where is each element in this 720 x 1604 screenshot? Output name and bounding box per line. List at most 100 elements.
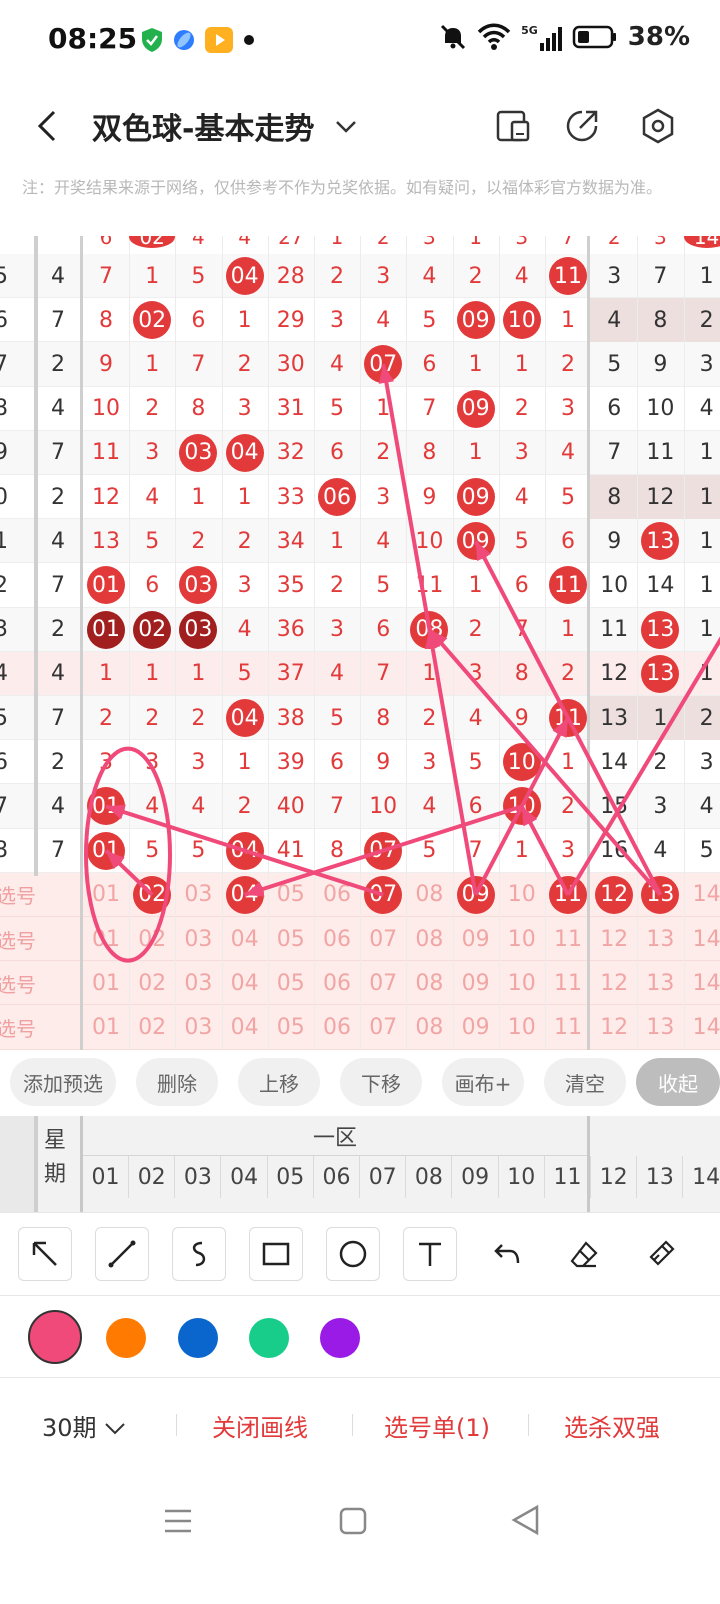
hit-ball[interactable]: 06 bbox=[318, 478, 356, 516]
pick-number[interactable]: 09 bbox=[453, 917, 499, 961]
move-up-button[interactable]: 上移 bbox=[238, 1058, 320, 1106]
hit-ball[interactable]: 11 bbox=[549, 257, 587, 295]
hit-ball[interactable]: 09 bbox=[456, 522, 495, 561]
home-icon[interactable] bbox=[338, 1506, 368, 1536]
pick-number[interactable]: 12 bbox=[591, 1005, 637, 1049]
settings-icon[interactable] bbox=[638, 106, 678, 146]
hit-ball[interactable]: 03 bbox=[179, 610, 218, 649]
pick-number[interactable]: 08 bbox=[406, 917, 452, 961]
hit-ball[interactable]: 11 bbox=[549, 699, 587, 737]
pick-number[interactable]: 13 bbox=[637, 961, 683, 1005]
selected-ball[interactable]: 13 bbox=[641, 875, 680, 914]
color-swatch-blue[interactable] bbox=[178, 1318, 218, 1358]
pick-number[interactable]: 04 bbox=[222, 961, 268, 1005]
color-swatch-green[interactable] bbox=[249, 1318, 289, 1358]
pick-number[interactable]: 07 bbox=[360, 961, 406, 1005]
pick-number[interactable]: 02 bbox=[129, 917, 175, 961]
eraser-tool[interactable] bbox=[557, 1227, 611, 1281]
pick-number[interactable]: 10 bbox=[499, 961, 545, 1005]
hit-ball[interactable]: 04 bbox=[225, 831, 264, 870]
pick-number[interactable]: 08 bbox=[406, 873, 452, 917]
hit-ball[interactable]: 09 bbox=[456, 478, 495, 516]
hit-ball[interactable]: 02 bbox=[133, 610, 172, 649]
pick-number[interactable]: 01 bbox=[83, 873, 129, 917]
clear-canvas-tool[interactable] bbox=[634, 1227, 688, 1281]
pick-number[interactable]: 10 bbox=[499, 917, 545, 961]
selected-ball[interactable]: 02 bbox=[133, 875, 172, 914]
pick-number[interactable]: 03 bbox=[175, 917, 221, 961]
pick-number[interactable]: 08 bbox=[406, 1005, 452, 1049]
hit-ball[interactable]: 10 bbox=[502, 301, 541, 340]
selected-ball[interactable]: 12 bbox=[595, 875, 634, 914]
canvas-add-button[interactable]: 画布+ bbox=[442, 1058, 524, 1106]
hit-ball[interactable]: 01 bbox=[87, 610, 125, 649]
page-title[interactable]: 双色球-基本走势 bbox=[92, 104, 314, 148]
hit-ball[interactable]: 03 bbox=[179, 433, 218, 472]
pick-number[interactable]: 11 bbox=[545, 1005, 591, 1049]
freehand-tool[interactable] bbox=[172, 1227, 226, 1281]
pick-number[interactable]: 06 bbox=[314, 873, 360, 917]
pick-number[interactable]: 13 bbox=[637, 1005, 683, 1049]
hit-ball[interactable]: 10 bbox=[502, 787, 541, 826]
pick-number[interactable]: 02 bbox=[129, 1005, 175, 1049]
pick-number[interactable]: 05 bbox=[268, 961, 314, 1005]
undo-tool[interactable] bbox=[480, 1227, 534, 1281]
pick-number[interactable]: 13 bbox=[637, 917, 683, 961]
close-drawing-button[interactable]: 关闭画线 bbox=[212, 1408, 308, 1443]
pick-number[interactable]: 14 bbox=[684, 873, 720, 917]
color-swatch-orange[interactable] bbox=[106, 1318, 146, 1358]
add-preselect-button[interactable]: 添加预选 bbox=[10, 1058, 116, 1106]
share-icon[interactable] bbox=[562, 106, 602, 146]
color-swatch-purple[interactable] bbox=[320, 1318, 360, 1358]
clear-button[interactable]: 清空 bbox=[544, 1058, 626, 1106]
hit-ball[interactable]: 13 bbox=[641, 654, 680, 693]
pick-number[interactable]: 14 bbox=[684, 961, 720, 1005]
kill-strong-button[interactable]: 选杀双强 bbox=[564, 1408, 660, 1443]
selected-ball[interactable]: 09 bbox=[456, 875, 495, 914]
pick-number[interactable]: 04 bbox=[222, 1005, 268, 1049]
pick-number[interactable]: 01 bbox=[83, 917, 129, 961]
selected-ball[interactable]: 04 bbox=[225, 875, 264, 914]
arrow-tool[interactable] bbox=[18, 1227, 72, 1281]
pick-number[interactable]: 11 bbox=[545, 961, 591, 1005]
pick-number[interactable]: 10 bbox=[499, 873, 545, 917]
color-swatch-pink[interactable] bbox=[28, 1310, 82, 1364]
trend-board[interactable]: 6 02 4 4 27 1 2 3 1 3 7 2 3 14 5 6 7 8 9 0 1 2 3 4 5 6 7 8 4 7 2 4 7 2 4 7 2… bbox=[0, 236, 720, 1050]
hit-ball[interactable]: 04 bbox=[225, 433, 264, 472]
pick-number[interactable]: 06 bbox=[314, 917, 360, 961]
hit-ball[interactable]: 04 bbox=[225, 257, 264, 295]
pick-number[interactable]: 05 bbox=[268, 1005, 314, 1049]
pick-list-button[interactable]: 选号单(1) bbox=[384, 1408, 490, 1443]
pick-number[interactable]: 01 bbox=[83, 1005, 129, 1049]
hit-ball[interactable]: 01 bbox=[87, 831, 125, 870]
device-switch-icon[interactable] bbox=[494, 106, 534, 146]
back-nav-icon[interactable] bbox=[510, 1504, 540, 1536]
period-selector[interactable]: 30期 bbox=[42, 1408, 126, 1443]
pick-number[interactable]: 12 bbox=[591, 961, 637, 1005]
pick-number[interactable]: 01 bbox=[83, 961, 129, 1005]
pick-number[interactable]: 03 bbox=[175, 1005, 221, 1049]
hit-ball[interactable]: 09 bbox=[456, 389, 495, 428]
hit-ball[interactable]: 09 bbox=[456, 301, 495, 340]
hit-ball[interactable]: 10 bbox=[502, 743, 541, 782]
pick-number[interactable]: 07 bbox=[360, 1005, 406, 1049]
pick-number[interactable]: 08 bbox=[406, 961, 452, 1005]
menu-icon[interactable] bbox=[162, 1506, 194, 1536]
pick-number[interactable]: 12 bbox=[591, 917, 637, 961]
pick-number[interactable]: 09 bbox=[453, 1005, 499, 1049]
move-down-button[interactable]: 下移 bbox=[340, 1058, 422, 1106]
selected-ball[interactable]: 07 bbox=[364, 875, 403, 914]
pick-number[interactable]: 09 bbox=[453, 961, 499, 1005]
pick-number[interactable]: 06 bbox=[314, 1005, 360, 1049]
rectangle-tool[interactable] bbox=[249, 1227, 303, 1281]
pick-number[interactable]: 06 bbox=[314, 961, 360, 1005]
circle-tool[interactable] bbox=[326, 1227, 380, 1281]
pick-number[interactable]: 14 bbox=[684, 1005, 720, 1049]
pick-number[interactable]: 10 bbox=[499, 1005, 545, 1049]
line-tool[interactable] bbox=[95, 1227, 149, 1281]
back-icon[interactable] bbox=[30, 106, 70, 146]
pick-number[interactable]: 11 bbox=[545, 917, 591, 961]
hit-ball[interactable]: 13 bbox=[641, 610, 680, 649]
chevron-down-icon[interactable] bbox=[334, 114, 358, 138]
pick-number[interactable]: 03 bbox=[175, 961, 221, 1005]
